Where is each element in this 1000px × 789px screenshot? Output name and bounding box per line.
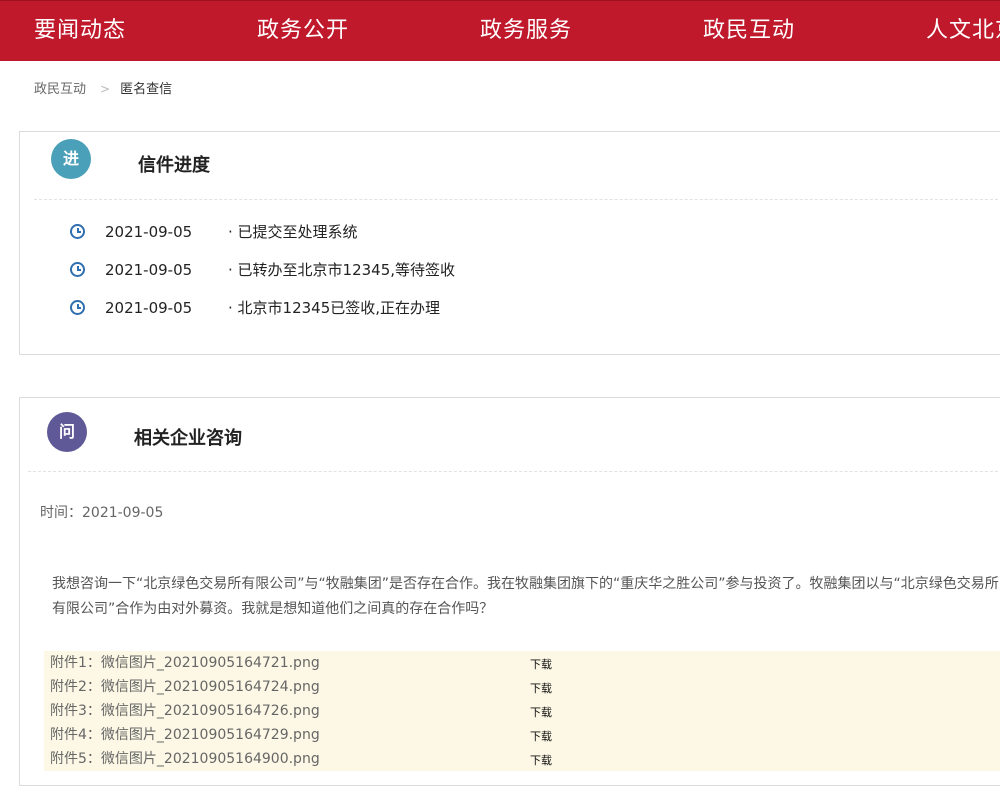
attachment-row: 附件4：微信图片_20210905164729.png 下载 xyxy=(50,723,1000,747)
download-link[interactable]: 下载 xyxy=(530,725,552,749)
attachment-name: 附件3：微信图片_20210905164726.png xyxy=(50,703,320,719)
nav-item-gov-affairs[interactable]: 政务公开 xyxy=(257,14,349,48)
clock-icon xyxy=(70,300,85,315)
progress-text: · 北京市12345已签收,正在办理 xyxy=(228,299,441,317)
download-link[interactable]: 下载 xyxy=(530,677,552,701)
breadcrumb-parent-link[interactable]: 政民互动 xyxy=(34,82,86,97)
progress-divider xyxy=(34,199,1000,200)
download-link[interactable]: 下载 xyxy=(530,749,552,773)
attachment-name: 附件5：微信图片_20210905164900.png xyxy=(50,751,320,767)
nav-item-interaction[interactable]: 政民互动 xyxy=(703,14,795,48)
nav-item-gov-services[interactable]: 政务服务 xyxy=(480,14,572,48)
attachment-row: 附件5：微信图片_20210905164900.png 下载 xyxy=(50,747,1000,771)
inquiry-divider xyxy=(28,471,1000,472)
attachment-name: 附件4：微信图片_20210905164729.png xyxy=(50,727,320,743)
attachment-name: 附件1：微信图片_20210905164721.png xyxy=(50,655,320,671)
inquiry-time: 时间：2021-09-05 xyxy=(40,505,164,521)
download-link[interactable]: 下载 xyxy=(530,653,552,677)
download-link[interactable]: 下载 xyxy=(530,701,552,725)
attachment-row: 附件1：微信图片_20210905164721.png 下载 xyxy=(50,651,1000,675)
attachment-name: 附件2：微信图片_20210905164724.png xyxy=(50,679,320,695)
inquiry-content: 我想咨询一下“北京绿色交易所有限公司”与“牧融集团”是否存在合作。我在牧融集团旗… xyxy=(52,576,999,617)
breadcrumb-current: 匿名查信 xyxy=(120,82,173,97)
attachment-row: 附件2：微信图片_20210905164724.png 下载 xyxy=(50,675,1000,699)
clock-icon xyxy=(70,224,85,239)
progress-text: · 已转办至北京市12345,等待签收 xyxy=(228,261,456,279)
progress-title: 信件进度 xyxy=(138,155,210,176)
progress-date: 2021-09-05 xyxy=(105,223,193,241)
progress-text: · 已提交至处理系统 xyxy=(228,223,358,241)
attachment-list: 附件1：微信图片_20210905164721.png 下载 附件2：微信图片_… xyxy=(44,651,1000,771)
progress-date: 2021-09-05 xyxy=(105,261,193,279)
progress-date: 2021-09-05 xyxy=(105,299,193,317)
clock-icon xyxy=(70,262,85,277)
inquiry-title: 相关企业咨询 xyxy=(134,428,242,449)
inquiry-panel: 问 相关企业咨询 时间：2021-09-05 我想咨询一下“北京绿色交易所有限公… xyxy=(19,397,1000,786)
breadcrumb: 政民互动 > 匿名查信 xyxy=(34,79,172,100)
nav-item-news[interactable]: 要闻动态 xyxy=(34,14,126,48)
inquiry-badge: 问 xyxy=(47,412,87,452)
top-nav: 要闻动态 政务公开 政务服务 政民互动 人文北京 xyxy=(0,0,1000,61)
progress-badge: 进 xyxy=(51,139,91,179)
progress-panel: 进 信件进度 2021-09-05 · 已提交至处理系统 2021-09-05 … xyxy=(19,131,1000,355)
breadcrumb-separator: > xyxy=(100,82,111,96)
nav-item-culture[interactable]: 人文北京 xyxy=(926,14,1000,48)
attachment-row: 附件3：微信图片_20210905164726.png 下载 xyxy=(50,699,1000,723)
